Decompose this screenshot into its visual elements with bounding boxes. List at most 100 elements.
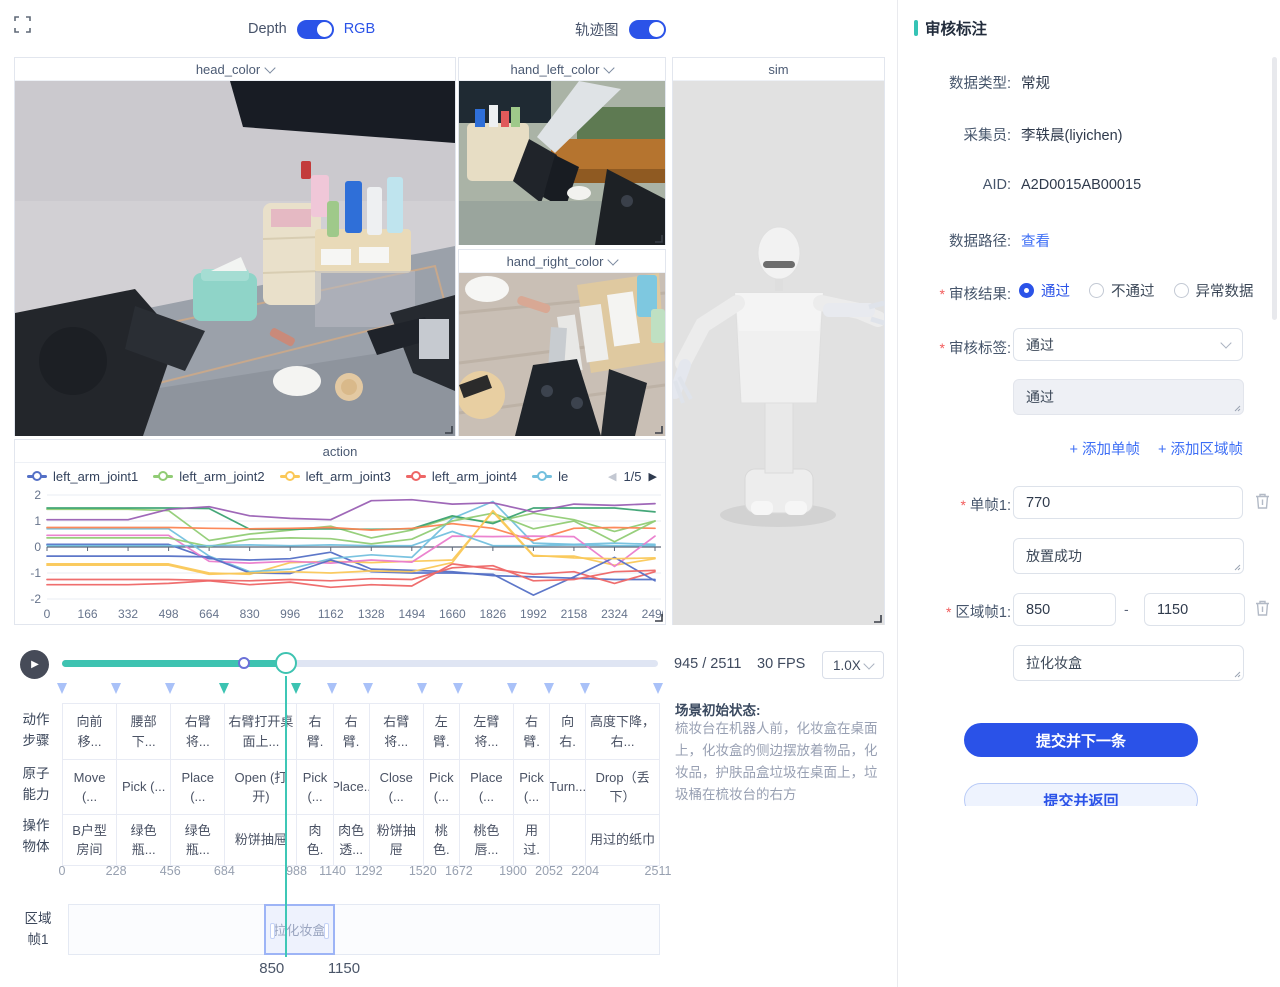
resize-handle-icon[interactable]	[654, 425, 663, 434]
legend-marker-icon	[280, 471, 300, 481]
radio-icon[interactable]	[1089, 283, 1104, 298]
scene-state-text: 梳妆台在机器人前，化妆盒在桌面上，化妆盒的侧边摆放着物品，化妆品，护肤品盒垃圾在…	[675, 718, 887, 805]
object-cell: 桃色.	[424, 815, 460, 865]
frame-axis-tick: 228	[106, 864, 127, 878]
frame-axis-tick: 1140	[319, 864, 346, 878]
trajectory-toggle[interactable]	[629, 20, 666, 39]
review-tag-select[interactable]: 通过	[1013, 328, 1243, 361]
legend-next-icon[interactable]: ▶	[649, 470, 657, 483]
legend-label: le	[558, 469, 568, 484]
single-frame-note[interactable]: 放置成功	[1013, 538, 1244, 574]
table-row: B户型房间绿色瓶...绿色瓶...粉饼抽屉肉色.肉色透...粉饼抽屉桃色.桃色唇…	[63, 815, 659, 865]
object-cell: 粉饼抽屉	[370, 815, 424, 865]
frame-marker-triangle[interactable]	[453, 683, 463, 694]
frame-marker-triangle[interactable]	[580, 683, 590, 694]
region-frame-box[interactable]: 拉化妆盒	[264, 904, 335, 955]
review-result-option[interactable]: 不通过	[1089, 280, 1155, 301]
frame-marker-triangle[interactable]	[291, 683, 301, 694]
fps-label: 30 FPS	[757, 656, 805, 672]
review-result-option[interactable]: 通过	[1019, 280, 1070, 301]
collector-label: 采集员:	[898, 124, 1011, 145]
region-frame-track[interactable]	[68, 904, 660, 955]
frame-marker-triangle[interactable]	[653, 683, 663, 694]
hand-right-photo	[459, 273, 665, 436]
hand-left-title: hand_left_color	[511, 62, 600, 77]
frame-marker-triangle[interactable]	[219, 683, 229, 694]
legend-item[interactable]: left_arm_joint2	[153, 469, 264, 484]
review-tag-note[interactable]: 通过	[1013, 379, 1244, 415]
region-frame-note[interactable]: 拉化妆盒	[1013, 645, 1244, 681]
legend-item[interactable]: le	[532, 469, 568, 484]
frame-marker-triangle[interactable]	[111, 683, 121, 694]
fullscreen-icon[interactable]	[14, 16, 31, 33]
svg-text:1162: 1162	[318, 607, 344, 621]
region-right-handle[interactable]	[324, 923, 329, 939]
single-frame-input[interactable]: 770	[1013, 486, 1243, 519]
depth-rgb-toggle[interactable]	[297, 20, 334, 39]
head-camera-photo	[15, 81, 455, 436]
frame-marker-triangle[interactable]	[417, 683, 427, 694]
visor	[763, 261, 795, 268]
resize-handle-icon[interactable]	[873, 614, 882, 623]
resize-handle-icon[interactable]	[654, 234, 663, 243]
hand-left-header[interactable]: hand_left_color	[459, 58, 665, 81]
legend-marker-icon	[532, 471, 552, 481]
frame-marker-triangle[interactable]	[327, 683, 337, 694]
frame-axis-tick: 2204	[571, 864, 599, 878]
action-step-cell: 高度下降，右...	[586, 704, 659, 759]
radio-icon[interactable]	[1019, 283, 1034, 298]
speed-select[interactable]: 1.0X	[822, 651, 884, 679]
frame-marker-triangle[interactable]	[544, 683, 554, 694]
region-frame-label: *区域帧1:	[898, 601, 1011, 622]
region-start-input[interactable]: 850	[1013, 593, 1116, 626]
object-cell: 绿色瓶...	[117, 815, 171, 865]
legend-item[interactable]: left_arm_joint4	[406, 469, 517, 484]
tissue	[465, 276, 509, 302]
white-tube	[367, 187, 382, 235]
row-label-objects: 操作物体	[14, 812, 58, 862]
scene-state-label: 场景初始状态:	[675, 699, 761, 719]
frame-marker-triangle[interactable]	[57, 683, 67, 694]
add-region-frame-link[interactable]: + 添加区域帧	[1158, 438, 1243, 459]
svg-text:0: 0	[34, 540, 41, 554]
radio-icon[interactable]	[1174, 283, 1189, 298]
add-single-frame-link[interactable]: + 添加单帧	[1070, 438, 1141, 459]
legend-item[interactable]: left_arm_joint1	[27, 469, 138, 484]
trajectory-toggle-group: 轨迹图	[575, 18, 666, 40]
frame-marker-triangle[interactable]	[165, 683, 175, 694]
region-left-handle[interactable]	[270, 923, 275, 939]
play-button[interactable]: ▶	[20, 650, 49, 679]
head-color-header[interactable]: head_color	[15, 58, 455, 81]
aid-label: AID:	[898, 177, 1011, 193]
submit-back-button[interactable]: 提交并返回	[964, 783, 1198, 806]
data-path-view-link[interactable]: 查看	[1021, 230, 1050, 251]
scrollbar-thumb[interactable]	[1272, 57, 1277, 320]
frame-marker-triangle[interactable]	[507, 683, 517, 694]
legend-marker-icon	[406, 471, 426, 481]
resize-handle-icon[interactable]	[654, 613, 663, 622]
action-header: action	[15, 440, 665, 463]
legend-prev-icon[interactable]: ◀	[608, 470, 616, 483]
timeline-slider-handle[interactable]	[275, 652, 297, 674]
delete-single-frame-icon[interactable]	[1254, 492, 1271, 510]
action-step-cell: 右臂将...	[171, 704, 225, 759]
legend-item[interactable]: left_arm_joint3	[280, 469, 391, 484]
region-end-input[interactable]: 1150	[1144, 593, 1245, 626]
legend-label: left_arm_joint1	[53, 469, 138, 484]
timeline-slider-fill	[62, 660, 286, 667]
svg-text:1826: 1826	[480, 607, 507, 621]
submit-next-button[interactable]: 提交并下一条	[964, 723, 1198, 757]
resize-handle-icon[interactable]	[444, 425, 453, 434]
hand-right-header[interactable]: hand_right_color	[459, 250, 665, 273]
frame-marker-triangle[interactable]	[363, 683, 373, 694]
current-frame-line	[285, 676, 287, 957]
add-frame-actions: + 添加单帧 + 添加区域帧	[898, 438, 1243, 459]
resize-grip-icon	[1233, 563, 1241, 571]
atomic-skill-cell: Close (...	[370, 760, 424, 814]
hand-right-panel: hand_right_color	[458, 249, 666, 436]
delete-region-frame-icon[interactable]	[1254, 599, 1271, 617]
review-result-option[interactable]: 异常数据	[1174, 280, 1254, 301]
atomic-skill-cell: Pick (...	[514, 760, 550, 814]
single-frame-dot[interactable]	[238, 657, 250, 669]
frame-axis-tick: 988	[286, 864, 307, 878]
